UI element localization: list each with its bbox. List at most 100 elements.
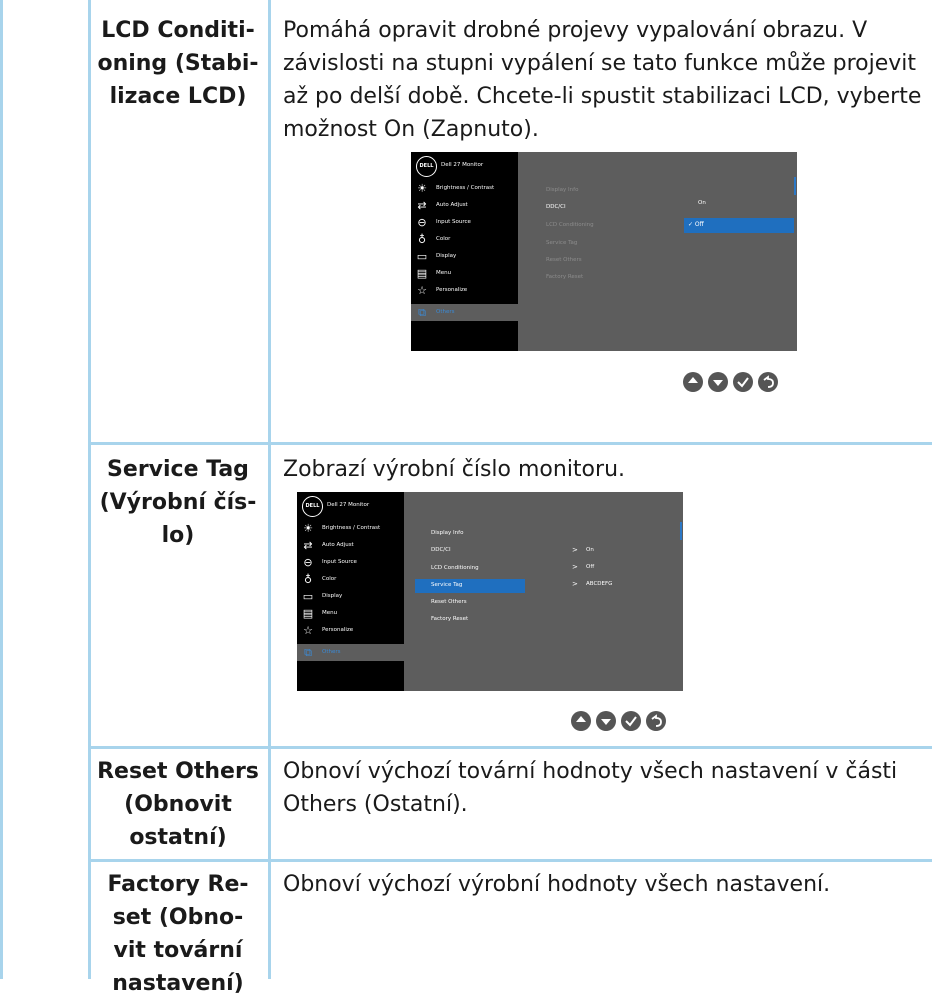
osd-menu-menu: ▤ Menu	[297, 605, 404, 622]
menu-icon: ▤	[302, 607, 314, 620]
color-icon: ♁	[303, 573, 313, 586]
osd-menu-label: Input Source	[322, 559, 357, 565]
desc-line: až po delší době. Chcete-li spustit stab…	[283, 84, 922, 109]
osd-screenshot-lcd-conditioning: DELL Dell 27 Monitor ☀ Brightness / Cont…	[411, 152, 797, 351]
row-desc-service-tag: Zobrazí výrobní číslo monitoru.	[283, 453, 923, 486]
dell-logo: DELL	[416, 156, 437, 177]
osd-menu-label: Personalize	[322, 627, 354, 633]
down-arrow-icon	[708, 372, 728, 392]
label-line: Factory Re-	[107, 872, 249, 897]
left-border	[0, 0, 3, 979]
osd-menu-input-source: ⊖ Input Source	[297, 554, 404, 571]
osd-submenu-item: DDC/CI	[546, 204, 566, 210]
osd-menu-label: Display	[322, 593, 343, 599]
osd-menu-label: Others	[436, 309, 455, 315]
up-arrow-icon	[571, 711, 591, 731]
osd-menu-auto-adjust: ⇄ Auto Adjust	[411, 197, 518, 214]
osd-submenu-item: LCD Conditioning	[546, 222, 594, 228]
row-desc-factory-reset: Obnoví výchozí výrobní hodnoty všech nas…	[283, 868, 923, 901]
osd-option-off-selected: ✓ Off	[688, 221, 704, 228]
row-label-reset-others: Reset Others (Obnovit ostatní)	[92, 755, 264, 854]
row-divider-3	[90, 859, 932, 862]
desc-line: Obnoví výchozí tovární hodnoty všech nas…	[283, 759, 898, 784]
osd-menu-menu: ▤ Menu	[411, 265, 518, 282]
column-divider-2	[268, 0, 271, 979]
row-divider-1	[90, 442, 932, 445]
osd-menu-brightness: ☀ Brightness / Contrast	[297, 520, 404, 537]
osd-value-prefix: >	[572, 563, 578, 571]
osd-menu-display: ▭ Display	[297, 588, 404, 605]
osd-menu-label: Brightness / Contrast	[436, 185, 495, 191]
osd-menu-color: ♁ Color	[297, 571, 404, 588]
osd-content-panel	[518, 152, 797, 351]
osd-menu-personalize: ☆ Personalize	[411, 282, 518, 299]
up-arrow-icon	[683, 372, 703, 392]
auto-adjust-icon: ⇄	[417, 199, 427, 212]
label-line: set (Obno-	[112, 905, 244, 930]
osd-menu-label: Input Source	[436, 219, 471, 225]
osd-submenu-item: DDC/CI	[431, 547, 451, 553]
osd-menu-color: ♁ Color	[411, 231, 518, 248]
osd-submenu-item: Display Info	[431, 530, 464, 536]
osd-menu-label: Color	[322, 576, 337, 582]
osd-value-ddc: On	[586, 547, 594, 553]
label-line: vit tovární	[113, 938, 243, 963]
osd-value-prefix: >	[572, 580, 578, 588]
column-divider-1	[88, 0, 91, 979]
input-source-icon: ⊖	[303, 556, 313, 569]
osd-submenu-item: Factory Reset	[546, 274, 584, 280]
label-line: nastavení)	[112, 971, 244, 996]
row-label-factory-reset: Factory Re- set (Obno- vit tovární nasta…	[92, 868, 264, 1000]
osd-submenu-item: LCD Conditioning	[431, 565, 479, 571]
osd-menu-label: Menu	[322, 610, 338, 616]
osd-value-lcd: Off	[586, 564, 595, 570]
osd-menu-label: Menu	[436, 270, 452, 276]
osd-scrollbar	[794, 177, 796, 195]
label-line: lizace LCD)	[109, 84, 247, 109]
row-label-lcd-conditioning: LCD Conditi- oning (Stabi- lizace LCD)	[92, 14, 264, 113]
dell-logo: DELL	[302, 496, 323, 517]
label-line: Service Tag	[107, 457, 249, 482]
osd-option-on: On	[698, 200, 706, 206]
label-line: ostatní)	[129, 825, 227, 850]
osd-menu-personalize: ☆ Personalize	[297, 622, 404, 639]
check-icon	[733, 372, 753, 392]
star-icon: ☆	[417, 284, 427, 297]
label-line: (Obnovit	[124, 792, 232, 817]
desc-line: Others (Ostatní).	[283, 792, 468, 817]
osd-submenu-item: Service Tag	[546, 240, 578, 246]
osd-submenu-item: Reset Others	[431, 599, 467, 605]
osd-menu-label: Personalize	[436, 287, 468, 293]
osd-buttons-2	[571, 711, 691, 733]
osd-title: Dell 27 Monitor	[327, 502, 370, 508]
down-arrow-icon	[596, 711, 616, 731]
osd-menu-label: Brightness / Contrast	[322, 525, 381, 531]
osd-value-prefix: >	[572, 546, 578, 554]
color-icon: ♁	[417, 233, 427, 246]
osd-menu-others: ⧉ Others	[411, 304, 518, 321]
row-divider-2	[90, 746, 932, 749]
osd-menu-label: Auto Adjust	[436, 202, 468, 208]
osd-menu-auto-adjust: ⇄ Auto Adjust	[297, 537, 404, 554]
star-icon: ☆	[303, 624, 313, 637]
osd-title: Dell 27 Monitor	[441, 162, 484, 168]
input-source-icon: ⊖	[417, 216, 427, 229]
osd-value-service-tag: ABCDEFG	[586, 581, 613, 587]
osd-menu-label: Auto Adjust	[322, 542, 354, 548]
display-icon: ▭	[416, 250, 428, 263]
label-line: oning (Stabi-	[97, 51, 259, 76]
osd-menu-label: Color	[436, 236, 451, 242]
desc-line: Pomáhá opravit drobné projevy vypalování…	[283, 18, 868, 43]
menu-icon: ▤	[416, 267, 428, 280]
desc-line: Zobrazí výrobní číslo monitoru.	[283, 457, 625, 482]
osd-buttons-1	[683, 372, 803, 394]
osd-screenshot-service-tag: DELL Dell 27 Monitor ☀ Brightness / Cont…	[297, 492, 683, 691]
auto-adjust-icon: ⇄	[303, 539, 313, 552]
back-icon	[758, 372, 778, 392]
label-line: LCD Conditi-	[101, 18, 255, 43]
check-icon	[621, 711, 641, 731]
desc-line: závislosti na stupni vypálení se tato fu…	[283, 51, 917, 76]
back-icon	[646, 711, 666, 731]
others-icon: ⧉	[304, 646, 312, 659]
osd-menu-label: Display	[436, 253, 457, 259]
